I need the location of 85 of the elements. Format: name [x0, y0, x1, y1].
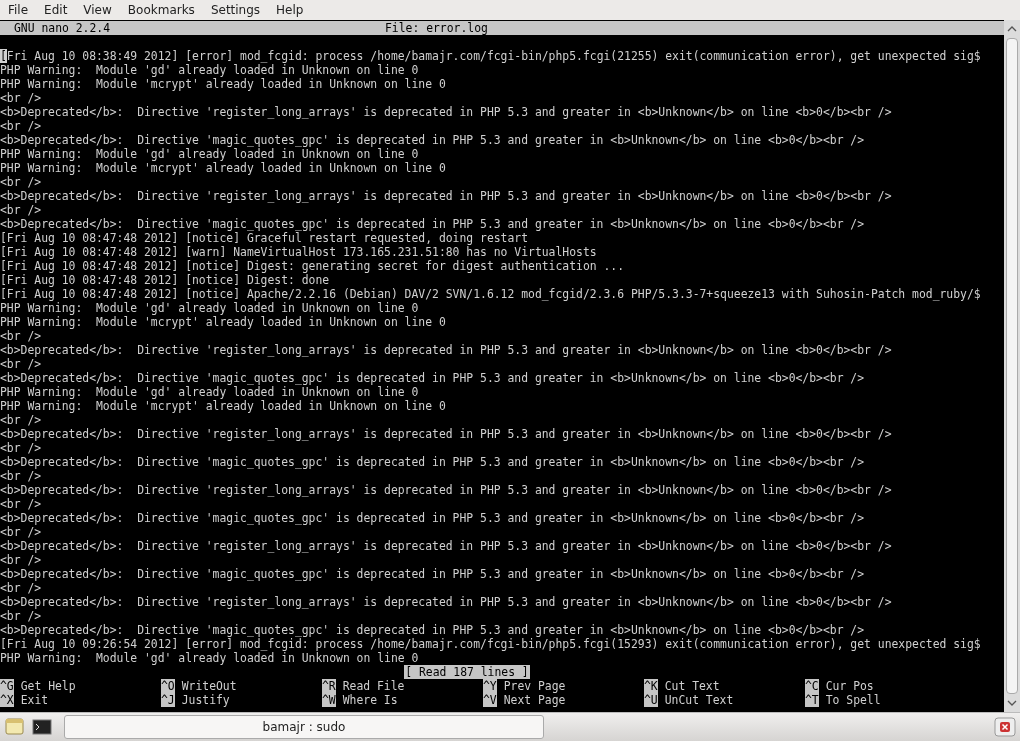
shortcut-key: ^G — [0, 679, 14, 693]
menu-item[interactable]: Bookmarks — [119, 3, 203, 17]
log-line: <b>Deprecated</b>: Directive 'magic_quotes_gpc' is deprecated in PHP 5.3 and greater in <b>Unknown</b> on line <b>0</b><br /> — [0, 455, 865, 469]
log-line: <br /> — [0, 497, 42, 511]
shortcut-label: WriteOut — [181, 679, 237, 693]
log-line: <br /> — [0, 581, 42, 595]
log-line: <b>Deprecated</b>: Directive 'register_long_arrays' is deprecated in PHP 5.3 and greater in <b>Unknown</b> on line <b>0</b><br /> — [0, 427, 892, 441]
log-line: <br /> — [0, 441, 42, 455]
shortcut-label: Read File — [342, 679, 405, 693]
shortcut-key: ^Y — [483, 679, 497, 693]
log-line: <br /> — [0, 469, 42, 483]
file-name: File: error.log — [385, 21, 488, 35]
menu-item[interactable]: File — [0, 3, 37, 17]
text-cursor: [ — [0, 49, 7, 63]
shortcut-key: ^W — [322, 693, 336, 707]
shortcut-label: Where Is — [342, 693, 398, 707]
log-line: <b>Deprecated</b>: Directive 'magic_quotes_gpc' is deprecated in PHP 5.3 and greater in <b>Unknown</b> on line <b>0</b><br /> — [0, 133, 865, 147]
menu-item[interactable]: Help — [268, 3, 312, 17]
shortcut-key: ^J — [161, 693, 175, 707]
menu-item[interactable]: Edit — [36, 3, 76, 17]
menu-item[interactable]: View — [75, 3, 120, 17]
log-line: <br /> — [0, 329, 42, 343]
log-line: [Fri Aug 10 08:47:48 2012] [warn] NameVirtualHost 173.165.231.51:80 has no VirtualHosts — [0, 245, 597, 259]
log-line: PHP Warning: Module 'gd' already loaded in Unknown on line 0 — [0, 385, 419, 399]
log-line: PHP Warning: Module 'mcrypt' already loaded in Unknown on line 0 — [0, 399, 446, 413]
log-line: <b>Deprecated</b>: Directive 'register_long_arrays' is deprecated in PHP 5.3 and greater in <b>Unknown</b> on line <b>0</b><br /> — [0, 343, 892, 357]
log-line: <b>Deprecated</b>: Directive 'register_long_arrays' is deprecated in PHP 5.3 and greater in <b>Unknown</b> on line <b>0</b><br /> — [0, 189, 892, 203]
log-line: <br /> — [0, 413, 42, 427]
shortcut-label: Get Help — [20, 679, 76, 693]
shortcut-label: Justify — [181, 693, 230, 707]
shortcut-label: Exit — [20, 693, 49, 707]
log-line: <b>Deprecated</b>: Directive 'register_long_arrays' is deprecated in PHP 5.3 and greater in <b>Unknown</b> on line <b>0</b><br /> — [0, 539, 892, 553]
shortcut-key: ^V — [483, 693, 497, 707]
status-message: [ Read 187 lines ] — [404, 665, 530, 679]
log-line: <br /> — [0, 553, 42, 567]
log-line: <br /> — [0, 175, 42, 189]
shortcut-label: Cut Text — [664, 679, 720, 693]
scroll-down-icon[interactable] — [1007, 700, 1017, 706]
log-line: <b>Deprecated</b>: Directive 'magic_quotes_gpc' is deprecated in PHP 5.3 and greater in <b>Unknown</b> on line <b>0</b><br /> — [0, 623, 865, 637]
shortcut-label: UnCut Text — [664, 693, 734, 707]
log-line: <br /> — [0, 609, 42, 623]
log-line: [Fri Aug 10 09:26:54 2012] [error] mod_fcgid: process /home/bamajr.com/fcgi-bin/php5.fcgi(15293) exit(communication error), get unexpected sig$ — [0, 637, 981, 651]
log-line: PHP Warning: Module 'mcrypt' already loaded in Unknown on line 0 — [0, 315, 446, 329]
log-line: <br /> — [0, 525, 42, 539]
shortcut-key: ^K — [644, 679, 658, 693]
shortcut-key: ^T — [805, 693, 819, 707]
shortcut-label: To Spell — [825, 693, 881, 707]
log-line: [Fri Aug 10 08:47:48 2012] [notice] Graceful restart requested, doing restart — [0, 231, 529, 245]
task-button[interactable]: bamajr : sudo — [64, 715, 544, 739]
close-icon[interactable] — [994, 717, 1016, 737]
shortcut-label: Prev Page — [503, 679, 566, 693]
editor-version: GNU nano 2.2.4 — [14, 21, 110, 35]
log-line: PHP Warning: Module 'mcrypt' already loaded in Unknown on line 0 — [0, 161, 446, 175]
log-line: <b>Deprecated</b>: Directive 'register_long_arrays' is deprecated in PHP 5.3 and greater in <b>Unknown</b> on line <b>0</b><br /> — [0, 483, 892, 497]
log-line: PHP Warning: Module 'gd' already loaded in Unknown on line 0 — [0, 147, 419, 161]
log-line: <br /> — [0, 203, 42, 217]
log-line: PHP Warning: Module 'gd' already loaded in Unknown on line 0 — [0, 63, 419, 77]
shortcut-key: ^X — [0, 693, 14, 707]
scroll-up-icon[interactable] — [1007, 26, 1017, 32]
menu-item[interactable]: Settings — [202, 3, 269, 17]
log-line: <b>Deprecated</b>: Directive 'magic_quotes_gpc' is deprecated in PHP 5.3 and greater in <b>Unknown</b> on line <b>0</b><br /> — [0, 567, 865, 581]
log-line: <b>Deprecated</b>: Directive 'magic_quotes_gpc' is deprecated in PHP 5.3 and greater in <b>Unknown</b> on line <b>0</b><br /> — [0, 511, 865, 525]
shortcut-key: ^U — [644, 693, 658, 707]
shortcut-key: ^O — [161, 679, 175, 693]
scrollbar[interactable] — [1004, 20, 1020, 712]
log-line: PHP Warning: Module 'gd' already loaded in Unknown on line 0 — [0, 301, 419, 315]
log-line: [Fri Aug 10 08:47:48 2012] [notice] Apache/2.2.16 (Debian) DAV/2 SVN/1.6.12 mod_fcgid/2.3.6 PHP/5.3.3-7+squeeze13 with Suhosin-Patch mod_ruby/$ — [0, 287, 981, 301]
log-line: <br /> — [0, 119, 42, 133]
log-line: <br /> — [0, 357, 42, 371]
log-line: <b>Deprecated</b>: Directive 'magic_quotes_gpc' is deprecated in PHP 5.3 and greater in <b>Unknown</b> on line <b>0</b><br /> — [0, 217, 865, 231]
shortcut-key: ^R — [322, 679, 336, 693]
log-line: <br /> — [0, 91, 42, 105]
log-line: PHP Warning: Module 'mcrypt' already loaded in Unknown on line 0 — [0, 77, 446, 91]
log-line: <b>Deprecated</b>: Directive 'register_long_arrays' is deprecated in PHP 5.3 and greater in <b>Unknown</b> on line <b>0</b><br /> — [0, 595, 892, 609]
shortcut-label: Cur Pos — [825, 679, 874, 693]
log-line: [Fri Aug 10 08:47:48 2012] [notice] Digest: generating secret for digest authentication ... — [0, 259, 625, 273]
log-line: Fri Aug 10 08:38:49 2012] [error] mod_fcgid: process /home/bamajr.com/fcgi-bin/php5.fcgi(21255) exit(communication error), get unexpected sig$ — [6, 49, 981, 63]
terminal-icon[interactable] — [32, 719, 52, 735]
log-line: [Fri Aug 10 08:47:48 2012] [notice] Digest: done — [0, 273, 330, 287]
shortcut-key: ^C — [805, 679, 819, 693]
log-line: PHP Warning: Module 'gd' already loaded in Unknown on line 0 — [0, 651, 419, 665]
shortcut-label: Next Page — [503, 693, 566, 707]
log-line: <b>Deprecated</b>: Directive 'magic_quotes_gpc' is deprecated in PHP 5.3 and greater in <b>Unknown</b> on line <b>0</b><br /> — [0, 371, 865, 385]
scrollbar-thumb[interactable] — [1006, 38, 1018, 694]
log-line: <b>Deprecated</b>: Directive 'register_long_arrays' is deprecated in PHP 5.3 and greater in <b>Unknown</b> on line <b>0</b><br /> — [0, 105, 892, 119]
